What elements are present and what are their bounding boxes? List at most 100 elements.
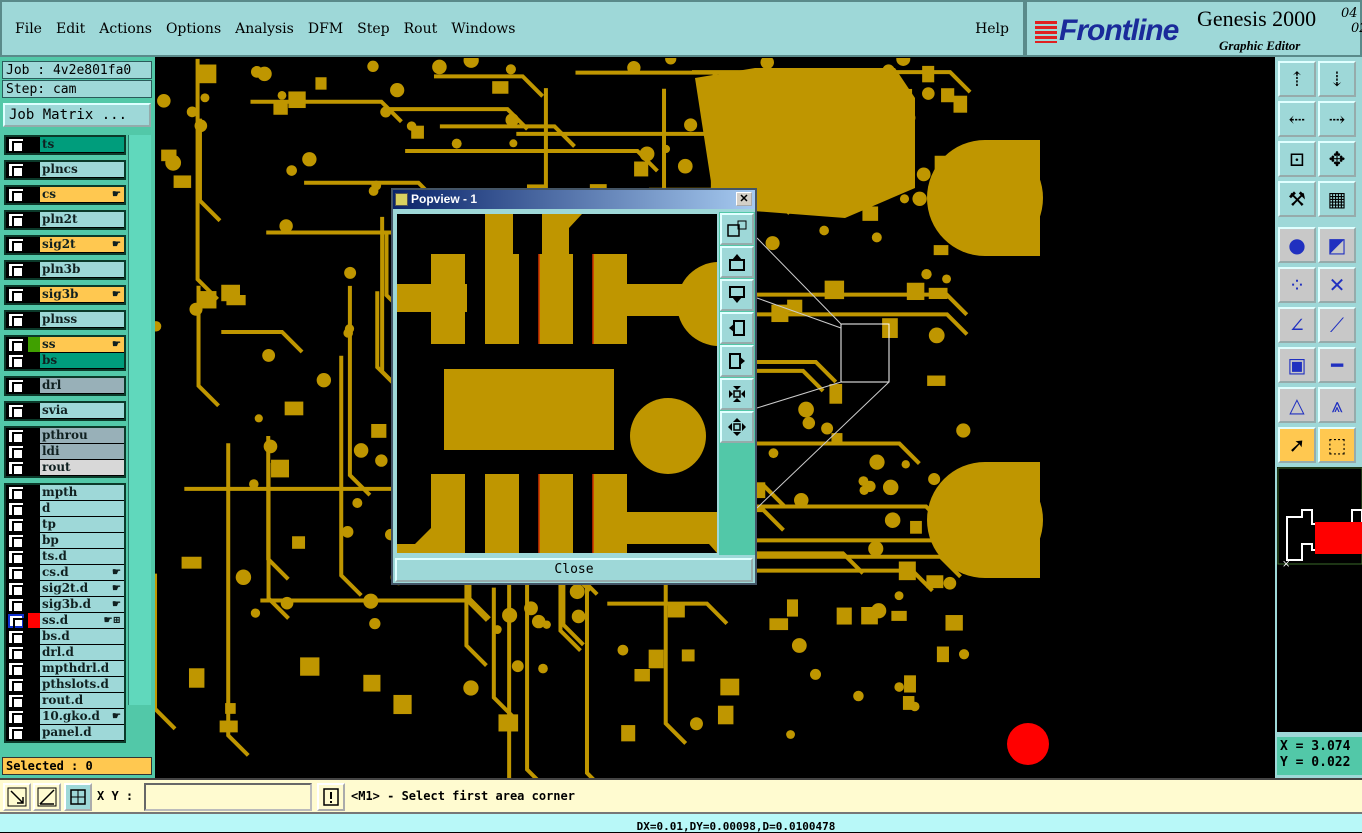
- layer-name[interactable]: rout.d: [40, 693, 124, 708]
- layer-checkbox[interactable]: [8, 237, 24, 253]
- layer-checkbox[interactable]: [8, 613, 25, 630]
- layer-checkbox[interactable]: [8, 337, 24, 353]
- layer-row-pln2t[interactable]: pln2t: [6, 212, 124, 228]
- layer-name[interactable]: sig2t ☛: [40, 237, 124, 252]
- layer-name[interactable]: ss.d ☛⊞: [40, 613, 124, 628]
- popview-pan-left-button[interactable]: [720, 312, 754, 344]
- menu-windows[interactable]: Windows: [451, 21, 515, 37]
- popview-close-button[interactable]: Close: [395, 558, 753, 582]
- menu-edit[interactable]: Edit: [56, 21, 85, 37]
- menu-step[interactable]: Step: [357, 21, 389, 37]
- layer-checkbox[interactable]: [8, 460, 24, 476]
- layer-checkbox[interactable]: [8, 262, 24, 278]
- layer-name[interactable]: ts.d: [40, 549, 124, 564]
- popview-zoom-area-button[interactable]: [720, 213, 754, 245]
- zoom-center-button[interactable]: ✥: [1318, 141, 1356, 177]
- layer-name[interactable]: rout: [40, 460, 124, 475]
- layer-row-sig2t[interactable]: sig2t ☛: [6, 237, 124, 253]
- move-right-button[interactable]: ⇢: [1318, 101, 1356, 137]
- layer-name[interactable]: drl.d: [40, 645, 124, 660]
- measure-angle-button[interactable]: ∠: [1278, 307, 1316, 343]
- layer-row-pthslots-d[interactable]: pthslots.d: [6, 677, 124, 693]
- measure-segment-button[interactable]: ━: [1318, 347, 1356, 383]
- layer-row-ss-d[interactable]: ss.d ☛⊞: [6, 613, 124, 630]
- layer-checkbox[interactable]: [8, 549, 24, 565]
- layer-row-rout[interactable]: rout: [6, 460, 124, 476]
- layer-name[interactable]: cs ☛: [40, 187, 124, 202]
- layer-checkbox[interactable]: [8, 581, 24, 597]
- layer-checkbox[interactable]: [8, 629, 24, 645]
- layer-row-drl-d[interactable]: drl.d: [6, 645, 124, 661]
- layer-name[interactable]: tp: [40, 517, 124, 532]
- select-arrow-button[interactable]: ➚: [1278, 427, 1316, 463]
- menu-help[interactable]: Help: [975, 21, 1009, 37]
- menu-file[interactable]: File: [15, 21, 42, 37]
- layer-name[interactable]: cs.d ☛: [40, 565, 124, 580]
- layer-checkbox[interactable]: [8, 565, 24, 581]
- connect-nodes-button[interactable]: ⁘: [1278, 267, 1316, 303]
- layer-checkbox[interactable]: [8, 661, 24, 677]
- menu-actions[interactable]: Actions: [99, 21, 152, 37]
- layer-name[interactable]: ss ☛: [40, 337, 124, 352]
- layer-name[interactable]: bp: [40, 533, 124, 548]
- layer-row-plncs[interactable]: plncs: [6, 162, 124, 178]
- layer-checkbox[interactable]: [8, 517, 24, 533]
- zoom-diagonal-button[interactable]: [3, 783, 31, 811]
- grid-button[interactable]: ▦: [1318, 181, 1356, 217]
- layer-row-ts[interactable]: ts: [6, 137, 124, 153]
- layer-name[interactable]: panel.d: [40, 725, 124, 740]
- layer-checkbox[interactable]: [8, 187, 24, 203]
- popview-pan-right-button[interactable]: [720, 345, 754, 377]
- job-matrix-button[interactable]: Job Matrix ...: [3, 103, 151, 127]
- popview-titlebar[interactable]: Popview - 1 ✕: [393, 190, 755, 209]
- popview-zoom-in-button[interactable]: [720, 378, 754, 410]
- popview-pan-down-button[interactable]: [720, 279, 754, 311]
- layer-name[interactable]: svia: [40, 403, 124, 418]
- snap-point-button[interactable]: ●: [1278, 227, 1316, 263]
- measure-double-triangle-button[interactable]: ⩓: [1318, 387, 1356, 423]
- menu-dfm[interactable]: DFM: [308, 21, 343, 37]
- layer-checkbox[interactable]: [8, 137, 24, 153]
- layer-name[interactable]: sig3b.d ☛: [40, 597, 124, 612]
- layer-list-scrollbar[interactable]: [128, 135, 151, 705]
- layer-row-panel-d[interactable]: panel.d: [6, 725, 124, 741]
- tools-palette-button[interactable]: ⚒: [1278, 181, 1316, 217]
- cross-snap-button[interactable]: ✕: [1318, 267, 1356, 303]
- layer-name[interactable]: d: [40, 501, 124, 516]
- popview-canvas[interactable]: [397, 214, 717, 553]
- layer-checkbox[interactable]: [8, 428, 24, 444]
- zoom-in-fit-button[interactable]: ⊡: [1278, 141, 1316, 177]
- layer-checkbox[interactable]: [8, 378, 24, 394]
- popview-close-icon[interactable]: ✕: [736, 192, 752, 206]
- move-up-button[interactable]: ⇡: [1278, 61, 1316, 97]
- layer-checkbox[interactable]: [8, 533, 24, 549]
- layer-name[interactable]: drl: [40, 378, 124, 393]
- layer-row-svia[interactable]: svia: [6, 403, 124, 419]
- layer-row-ldi[interactable]: ldi: [6, 444, 124, 460]
- layer-row-bs-d[interactable]: bs.d: [6, 629, 124, 645]
- layer-checkbox[interactable]: [8, 501, 24, 517]
- layer-name[interactable]: mpthdrl.d: [40, 661, 124, 676]
- layer-row-mpthdrl-d[interactable]: mpthdrl.d: [6, 661, 124, 677]
- move-left-button[interactable]: ⇠: [1278, 101, 1316, 137]
- layer-row-sig3b[interactable]: sig3b ☛: [6, 287, 124, 303]
- layer-name[interactable]: plncs: [40, 162, 124, 177]
- popview-zoom-out-button[interactable]: [720, 411, 754, 443]
- layer-checkbox[interactable]: [8, 212, 24, 228]
- layer-name[interactable]: ts: [40, 137, 124, 152]
- layer-checkbox[interactable]: [8, 597, 24, 613]
- layer-name[interactable]: pthslots.d: [40, 677, 124, 692]
- layer-row-rout-d[interactable]: rout.d: [6, 693, 124, 709]
- layer-row-bp[interactable]: bp: [6, 533, 124, 549]
- layer-name[interactable]: mpth: [40, 485, 124, 500]
- layer-name[interactable]: sig3b ☛: [40, 287, 124, 302]
- overview-map[interactable]: ×: [1277, 467, 1362, 732]
- layer-checkbox[interactable]: [8, 444, 24, 460]
- layer-checkbox[interactable]: [8, 162, 24, 178]
- layer-row-10-gko-d[interactable]: 10.gko.d ☛: [6, 709, 124, 725]
- layer-row-d[interactable]: d: [6, 501, 124, 517]
- menu-analysis[interactable]: Analysis: [235, 21, 294, 37]
- snap-line-button[interactable]: ◩: [1318, 227, 1356, 263]
- layer-name[interactable]: 10.gko.d ☛: [40, 709, 124, 724]
- layer-name[interactable]: bs: [40, 353, 124, 368]
